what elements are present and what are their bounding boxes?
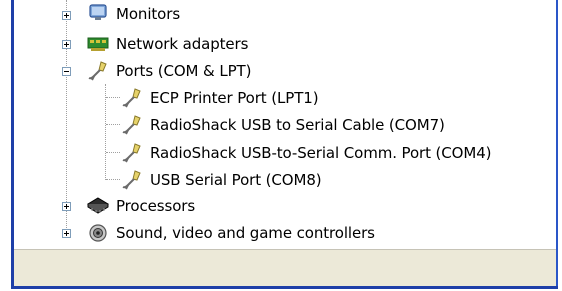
tree-item-label: Ports (COM & LPT) <box>116 62 252 80</box>
tree-line-root <box>66 0 67 232</box>
status-bar <box>14 249 556 287</box>
tree-item-label: Processors <box>116 197 196 215</box>
speaker-icon <box>89 224 107 242</box>
tree-branch-3 <box>106 152 120 153</box>
device-manager-window: Monitors Network adapters Ports (COM & L… <box>0 0 562 291</box>
port-connector-icon <box>122 88 141 108</box>
tree-item-label: Network adapters <box>116 35 249 53</box>
tree-item-monitors[interactable]: Monitors <box>86 2 180 26</box>
tree-item-ports[interactable]: Ports (COM & LPT) <box>86 59 251 83</box>
window-border-bottom <box>11 286 558 289</box>
port-connector-icon <box>122 170 141 190</box>
monitor-icon <box>89 4 107 20</box>
tree-item-radioshack-usb-serial-comm-port[interactable]: RadioShack USB-to-Serial Comm. Port (COM… <box>120 141 492 165</box>
processor-icon <box>87 197 109 214</box>
tree-item-ecp-printer-port[interactable]: ECP Printer Port (LPT1) <box>120 86 319 110</box>
tree-item-label: Sound, video and game controllers <box>116 224 375 242</box>
device-tree: Monitors Network adapters Ports (COM & L… <box>14 0 556 249</box>
tree-line-ports-children <box>105 84 106 180</box>
expand-toggle-processors[interactable] <box>62 202 71 211</box>
tree-item-sound-video-game-controllers[interactable]: Sound, video and game controllers <box>86 221 375 245</box>
window-border-right <box>556 0 558 288</box>
tree-item-usb-serial-port[interactable]: USB Serial Port (COM8) <box>120 168 322 192</box>
tree-item-network-adapters[interactable]: Network adapters <box>86 32 248 56</box>
expand-toggle-sound-video-game[interactable] <box>62 229 71 238</box>
tree-branch-4 <box>106 179 120 180</box>
port-connector-icon <box>88 61 107 81</box>
port-connector-icon <box>122 143 141 163</box>
expand-toggle-monitors[interactable] <box>62 11 71 20</box>
tree-item-radioshack-usb-serial-cable[interactable]: RadioShack USB to Serial Cable (COM7) <box>120 113 445 137</box>
tree-item-label: USB Serial Port (COM8) <box>150 171 322 189</box>
tree-branch-1 <box>106 97 120 98</box>
collapse-toggle-ports[interactable] <box>62 67 71 76</box>
expand-toggle-network-adapters[interactable] <box>62 40 71 49</box>
tree-item-label: RadioShack USB-to-Serial Comm. Port (COM… <box>150 144 492 162</box>
network-adapter-icon <box>87 37 109 51</box>
tree-item-processors[interactable]: Processors <box>86 194 195 218</box>
tree-item-label: ECP Printer Port (LPT1) <box>150 89 319 107</box>
tree-item-label: RadioShack USB to Serial Cable (COM7) <box>150 116 445 134</box>
tree-item-label: Monitors <box>116 5 181 23</box>
tree-branch-2 <box>106 124 120 125</box>
port-connector-icon <box>122 115 141 135</box>
